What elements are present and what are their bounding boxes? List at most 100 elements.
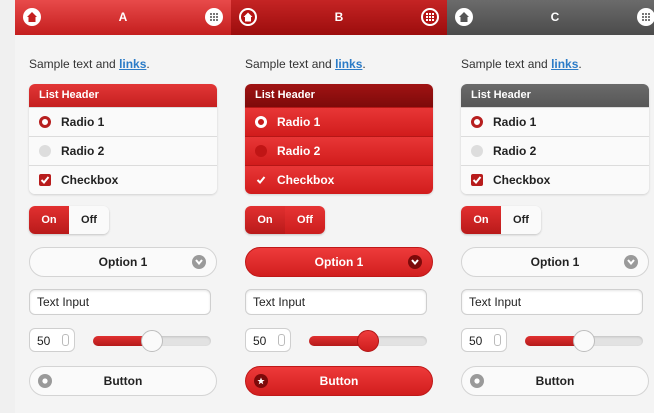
button[interactable]: Button: [29, 366, 217, 396]
chevron-down-icon: [408, 255, 422, 269]
flip-off[interactable]: Off: [69, 206, 109, 234]
slider[interactable]: [525, 330, 643, 352]
spinner-icon[interactable]: [494, 334, 501, 346]
flip-toggle[interactable]: On Off: [29, 206, 109, 234]
flip-off[interactable]: Off: [285, 206, 325, 234]
theme-panels: A Sample text and links. List Header Rad…: [0, 0, 654, 413]
page-title: B: [334, 10, 344, 24]
text-input[interactable]: [29, 289, 211, 315]
checkbox-checked-icon: [255, 174, 267, 186]
select-menu[interactable]: Option 1: [245, 247, 433, 277]
slider-handle[interactable]: [357, 330, 379, 352]
spinner-icon[interactable]: [278, 334, 285, 346]
grid-button[interactable]: [205, 8, 223, 26]
radio-label: Radio 2: [277, 144, 321, 158]
slider[interactable]: [309, 330, 427, 352]
radio-selected-icon: [39, 116, 51, 128]
star-icon: [254, 374, 268, 388]
text-input[interactable]: [461, 289, 643, 315]
grid-icon: [210, 13, 218, 21]
radio-unselected-icon: [471, 145, 483, 157]
radio-1[interactable]: Radio 1: [245, 107, 433, 136]
checkbox-label: Checkbox: [277, 173, 335, 187]
sample-text: Sample text and links.: [245, 57, 366, 71]
radio-label: Radio 1: [61, 115, 105, 129]
number-input[interactable]: 50: [29, 328, 75, 352]
sample-text-body: Sample text and: [29, 57, 116, 71]
radio-1[interactable]: Radio 1: [461, 107, 649, 136]
star-icon: [470, 374, 484, 388]
flip-toggle[interactable]: On Off: [245, 206, 325, 234]
number-value: 50: [469, 334, 483, 348]
home-button[interactable]: [23, 8, 41, 26]
flip-off[interactable]: Off: [501, 206, 541, 234]
sample-period: .: [362, 57, 366, 71]
flip-on[interactable]: On: [29, 206, 69, 234]
select-menu[interactable]: Option 1: [29, 247, 217, 277]
spinner-icon[interactable]: [62, 334, 69, 346]
checkbox[interactable]: Checkbox: [461, 165, 649, 194]
panel-theme-c: C Sample text and links. List Header Rad…: [447, 0, 654, 413]
panel-theme-b: B Sample text and links. List Header Rad…: [231, 0, 447, 413]
slider[interactable]: [93, 330, 211, 352]
button-label: Button: [319, 374, 359, 388]
select-value: Option 1: [530, 255, 580, 269]
home-icon: [459, 12, 469, 22]
list-header: List Header: [461, 84, 649, 107]
radio-2[interactable]: Radio 2: [461, 136, 649, 165]
radio-1[interactable]: Radio 1: [29, 107, 217, 136]
sample-text: Sample text and links.: [29, 57, 150, 71]
number-value: 50: [253, 334, 267, 348]
sample-link[interactable]: links: [335, 57, 362, 71]
page-title: A: [118, 10, 128, 24]
checkbox-checked-icon: [471, 174, 483, 186]
checkbox-label: Checkbox: [493, 173, 551, 187]
checkbox-checked-icon: [39, 174, 51, 186]
radio-selected-icon: [255, 116, 267, 128]
star-icon: [38, 374, 52, 388]
header-bar: C: [447, 0, 654, 35]
flip-toggle[interactable]: On Off: [461, 206, 541, 234]
radio-unselected-icon: [39, 145, 51, 157]
radio-label: Radio 1: [493, 115, 537, 129]
flip-on[interactable]: On: [461, 206, 501, 234]
list-header: List Header: [245, 84, 433, 107]
checkbox[interactable]: Checkbox: [29, 165, 217, 194]
sample-period: .: [146, 57, 150, 71]
grid-button[interactable]: [421, 8, 439, 26]
list-view: List Header Radio 1 Radio 2 Checkbox: [29, 84, 217, 194]
list-header: List Header: [29, 84, 217, 107]
sample-text: Sample text and links.: [461, 57, 582, 71]
number-input[interactable]: 50: [245, 328, 291, 352]
header-bar: B: [231, 0, 447, 35]
radio-2[interactable]: Radio 2: [245, 136, 433, 165]
home-button[interactable]: [455, 8, 473, 26]
home-icon: [243, 12, 253, 22]
chevron-down-icon: [192, 255, 206, 269]
sample-link[interactable]: links: [551, 57, 578, 71]
radio-label: Radio 2: [61, 144, 105, 158]
checkbox[interactable]: Checkbox: [245, 165, 433, 194]
number-input[interactable]: 50: [461, 328, 507, 352]
radio-label: Radio 2: [493, 144, 537, 158]
grid-button[interactable]: [637, 8, 654, 26]
sample-link[interactable]: links: [119, 57, 146, 71]
home-button[interactable]: [239, 8, 257, 26]
slider-handle[interactable]: [141, 330, 163, 352]
grid-icon: [642, 13, 650, 21]
sample-text-body: Sample text and: [461, 57, 548, 71]
select-menu[interactable]: Option 1: [461, 247, 649, 277]
grid-icon: [426, 13, 434, 21]
list-view: List Header Radio 1 Radio 2 Checkbox: [245, 84, 433, 194]
button[interactable]: Button: [245, 366, 433, 396]
radio-unselected-icon: [255, 145, 267, 157]
text-input[interactable]: [245, 289, 427, 315]
button-label: Button: [103, 374, 143, 388]
radio-2[interactable]: Radio 2: [29, 136, 217, 165]
chevron-down-icon: [624, 255, 638, 269]
flip-on[interactable]: On: [245, 206, 285, 234]
number-value: 50: [37, 334, 51, 348]
button[interactable]: Button: [461, 366, 649, 396]
radio-selected-icon: [471, 116, 483, 128]
slider-handle[interactable]: [573, 330, 595, 352]
